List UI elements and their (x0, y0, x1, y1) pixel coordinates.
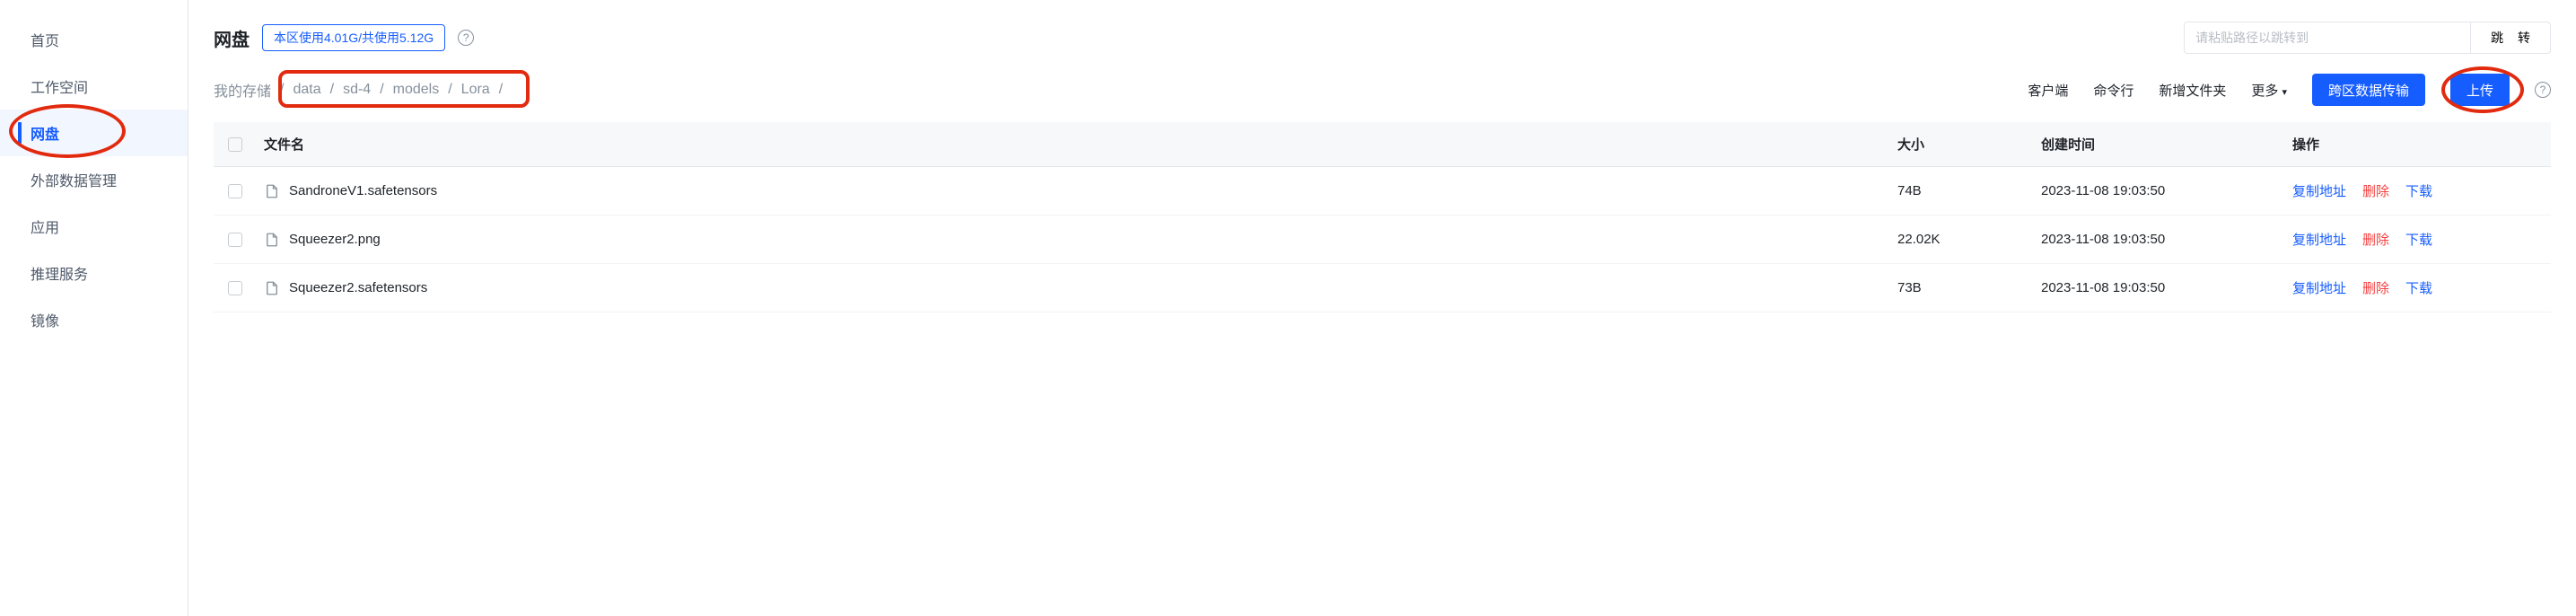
breadcrumb-segment[interactable]: models (393, 82, 440, 98)
sidebar-item-mirror[interactable]: 镜像 (0, 296, 188, 343)
col-size: 大小 (1897, 135, 2041, 154)
file-name[interactable]: Squeezer2.png (289, 232, 381, 247)
jump-path-input[interactable] (2184, 22, 2471, 54)
path-separator-icon: / (380, 82, 383, 98)
row-checkbox[interactable] (228, 281, 242, 295)
sidebar-item-label: 网盘 (31, 122, 59, 144)
download-action[interactable]: 下载 (2405, 278, 2432, 297)
help-icon[interactable]: ? (458, 30, 474, 46)
toolbar-client-link[interactable]: 客户端 (2028, 81, 2068, 100)
main-content: 网盘 本区使用4.01G/共使用5.12G ? 跳 转 我的存储 / data … (188, 0, 2576, 616)
sidebar: 首页 工作空间 网盘 外部数据管理 应用 推理服务 镜像 (0, 0, 188, 616)
breadcrumb-segment[interactable]: data (293, 82, 320, 98)
row-checkbox[interactable] (228, 233, 242, 247)
toolbar-cli-link[interactable]: 命令行 (2093, 81, 2134, 100)
file-name[interactable]: SandroneV1.safetensors (289, 183, 437, 198)
file-size: 74B (1897, 183, 2041, 198)
breadcrumb-root[interactable]: 我的存储 (214, 79, 271, 101)
path-separator-icon: / (448, 82, 451, 98)
col-ops: 操作 (2292, 135, 2544, 154)
delete-action[interactable]: 删除 (2362, 278, 2389, 297)
download-action[interactable]: 下载 (2405, 181, 2432, 200)
file-icon (264, 183, 280, 199)
table-row: Squeezer2.safetensors 73B 2023-11-08 19:… (214, 264, 2551, 312)
help-icon[interactable]: ? (2535, 82, 2551, 98)
col-name: 文件名 (264, 135, 1897, 154)
file-icon (264, 280, 280, 296)
upload-button[interactable]: 上传 (2450, 74, 2510, 106)
delete-action[interactable]: 删除 (2362, 181, 2389, 200)
path-separator-icon: / (280, 82, 284, 98)
file-created: 2023-11-08 19:03:50 (2041, 183, 2292, 198)
download-action[interactable]: 下载 (2405, 230, 2432, 249)
path-separator-icon: / (499, 82, 503, 98)
path-separator-icon: / (330, 82, 334, 98)
sidebar-item-inference[interactable]: 推理服务 (0, 250, 188, 296)
copy-url-action[interactable]: 复制地址 (2292, 181, 2346, 200)
file-name[interactable]: Squeezer2.safetensors (289, 280, 427, 295)
toolbar-more-label: 更多 (2251, 84, 2278, 99)
file-created: 2023-11-08 19:03:50 (2041, 232, 2292, 247)
toolbar-newfolder-link[interactable]: 新增文件夹 (2159, 81, 2226, 100)
copy-url-action[interactable]: 复制地址 (2292, 230, 2346, 249)
sidebar-item-workspace[interactable]: 工作空间 (0, 63, 188, 110)
page-title: 网盘 (214, 25, 250, 51)
breadcrumb-segment[interactable]: sd-4 (343, 82, 371, 98)
header-row: 网盘 本区使用4.01G/共使用5.12G ? 跳 转 (214, 22, 2551, 54)
breadcrumb-segment[interactable]: Lora (461, 82, 490, 98)
sidebar-item-label: 推理服务 (31, 262, 88, 284)
sidebar-item-label: 首页 (31, 29, 59, 50)
sidebar-item-external-data[interactable]: 外部数据管理 (0, 156, 188, 203)
sidebar-item-home[interactable]: 首页 (0, 16, 188, 63)
sidebar-item-disk[interactable]: 网盘 (0, 110, 188, 156)
toolbar-row: 我的存储 / data / sd-4 / models / Lora / 客户端… (214, 74, 2551, 106)
file-icon (264, 232, 280, 248)
sidebar-item-label: 工作空间 (31, 75, 88, 97)
delete-action[interactable]: 删除 (2362, 230, 2389, 249)
col-created: 创建时间 (2041, 135, 2292, 154)
file-size: 73B (1897, 280, 2041, 295)
copy-url-action[interactable]: 复制地址 (2292, 278, 2346, 297)
sidebar-item-label: 外部数据管理 (31, 169, 117, 190)
usage-badge: 本区使用4.01G/共使用5.12G (262, 24, 445, 51)
file-created: 2023-11-08 19:03:50 (2041, 280, 2292, 295)
sidebar-item-label: 应用 (31, 216, 59, 237)
cross-region-transfer-button[interactable]: 跨区数据传输 (2312, 74, 2425, 106)
table-row: SandroneV1.safetensors 74B 2023-11-08 19… (214, 167, 2551, 216)
file-table: 文件名 大小 创建时间 操作 SandroneV1.safetensors 74… (214, 122, 2551, 312)
jump-button[interactable]: 跳 转 (2471, 22, 2551, 54)
table-header: 文件名 大小 创建时间 操作 (214, 122, 2551, 167)
select-all-checkbox[interactable] (228, 137, 242, 152)
table-row: Squeezer2.png 22.02K 2023-11-08 19:03:50… (214, 216, 2551, 264)
sidebar-item-label: 镜像 (31, 309, 59, 330)
row-checkbox[interactable] (228, 184, 242, 198)
toolbar: 客户端 命令行 新增文件夹 更多 ▾ 跨区数据传输 上传 ? (2028, 74, 2551, 106)
breadcrumb: 我的存储 / data / sd-4 / models / Lora / (214, 79, 508, 101)
chevron-down-icon: ▾ (2282, 87, 2287, 98)
sidebar-item-apps[interactable]: 应用 (0, 203, 188, 250)
toolbar-more-dropdown[interactable]: 更多 ▾ (2251, 81, 2287, 100)
file-size: 22.02K (1897, 232, 2041, 247)
